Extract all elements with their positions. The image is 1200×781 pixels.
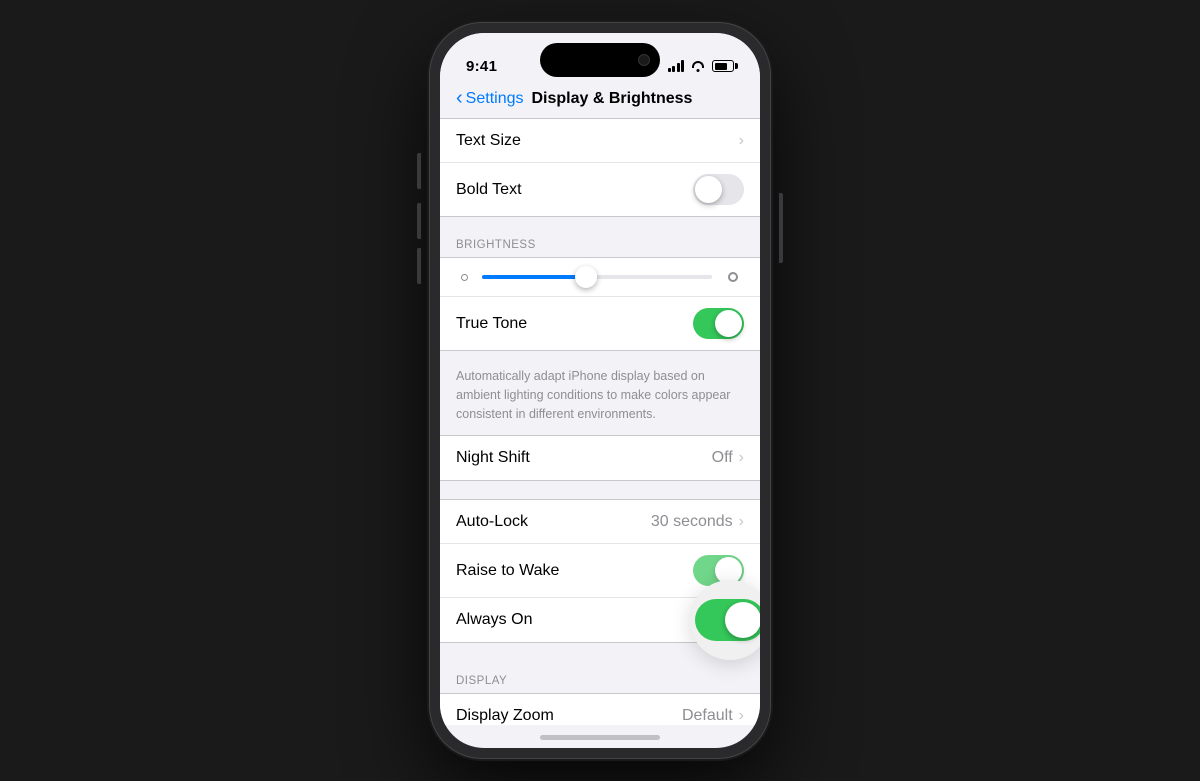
true-tone-toggle-thumb bbox=[715, 310, 742, 337]
auto-lock-value: 30 seconds bbox=[651, 513, 733, 531]
auto-lock-chevron-icon: › bbox=[739, 513, 744, 531]
signal-bars-icon bbox=[668, 60, 685, 72]
settings-content: Text Size › Bold Text BRIGHTNESS bbox=[440, 118, 760, 725]
back-chevron-icon: ‹ bbox=[456, 88, 463, 108]
battery-fill bbox=[715, 63, 728, 70]
auto-lock-row[interactable]: Auto-Lock 30 seconds › bbox=[440, 500, 760, 544]
lock-section-group: Auto-Lock 30 seconds › Raise to Wake Alw… bbox=[440, 499, 760, 643]
back-button[interactable]: ‹ Settings bbox=[456, 89, 523, 108]
phone-screen: 9:41 ‹ Settings Display & Brightness bbox=[440, 33, 760, 748]
status-time: 9:41 bbox=[466, 58, 497, 75]
display-zoom-right: Default › bbox=[682, 707, 744, 725]
text-size-chevron-icon: › bbox=[739, 132, 744, 150]
brightness-section-group: True Tone bbox=[440, 257, 760, 351]
page-title: Display & Brightness bbox=[531, 90, 692, 108]
true-tone-row[interactable]: True Tone bbox=[440, 297, 760, 350]
auto-lock-label: Auto-Lock bbox=[456, 513, 528, 531]
always-on-zoom-circle bbox=[690, 580, 760, 660]
dynamic-island bbox=[540, 43, 660, 77]
night-shift-chevron-icon: › bbox=[739, 449, 744, 467]
always-on-label: Always On bbox=[456, 611, 532, 629]
night-shift-section-group: Night Shift Off › bbox=[440, 435, 760, 481]
bold-text-toggle-thumb bbox=[695, 176, 722, 203]
back-button-label: Settings bbox=[466, 90, 524, 108]
display-zoom-chevron-icon: › bbox=[739, 707, 744, 725]
bold-text-row[interactable]: Bold Text bbox=[440, 163, 760, 216]
brightness-slider[interactable] bbox=[482, 275, 712, 279]
always-on-toggle-thumb bbox=[725, 602, 760, 638]
battery-icon bbox=[712, 60, 734, 72]
home-indicator bbox=[540, 735, 660, 740]
true-tone-label: True Tone bbox=[456, 315, 527, 333]
night-shift-label: Night Shift bbox=[456, 449, 530, 467]
raise-to-wake-label: Raise to Wake bbox=[456, 562, 559, 580]
bold-text-toggle[interactable] bbox=[693, 174, 744, 205]
brightness-slider-thumb[interactable] bbox=[575, 266, 597, 288]
always-on-row[interactable]: Always On bbox=[440, 598, 760, 642]
text-size-row[interactable]: Text Size › bbox=[440, 119, 760, 163]
true-tone-toggle[interactable] bbox=[693, 308, 744, 339]
status-icons bbox=[668, 60, 735, 72]
night-shift-right: Off › bbox=[712, 449, 744, 467]
brightness-high-icon bbox=[722, 266, 744, 288]
display-section-group: Display Zoom Default › bbox=[440, 693, 760, 725]
night-shift-row[interactable]: Night Shift Off › bbox=[440, 436, 760, 480]
brightness-slider-fill bbox=[482, 275, 586, 279]
bold-text-label: Bold Text bbox=[456, 181, 522, 199]
always-on-toggle[interactable] bbox=[695, 599, 760, 641]
display-zoom-label: Display Zoom bbox=[456, 707, 554, 725]
camera-dot bbox=[638, 54, 650, 66]
navigation-bar: ‹ Settings Display & Brightness bbox=[440, 85, 760, 118]
night-shift-value: Off bbox=[712, 449, 733, 467]
display-header: DISPLAY bbox=[440, 661, 760, 693]
display-zoom-value: Default bbox=[682, 707, 733, 725]
wifi-icon bbox=[690, 60, 706, 72]
section-gap-1 bbox=[440, 489, 760, 499]
auto-lock-right: 30 seconds › bbox=[651, 513, 744, 531]
text-size-right: › bbox=[739, 132, 744, 150]
display-zoom-row[interactable]: Display Zoom Default › bbox=[440, 694, 760, 725]
brightness-slider-row[interactable] bbox=[440, 258, 760, 297]
text-section-group: Text Size › Bold Text bbox=[440, 118, 760, 217]
brightness-header: BRIGHTNESS bbox=[440, 225, 760, 257]
true-tone-description: Automatically adapt iPhone display based… bbox=[440, 359, 760, 435]
phone-frame: 9:41 ‹ Settings Display & Brightness bbox=[430, 23, 770, 758]
text-size-label: Text Size bbox=[456, 132, 521, 150]
status-bar: 9:41 bbox=[440, 33, 760, 85]
brightness-low-icon bbox=[456, 269, 472, 285]
